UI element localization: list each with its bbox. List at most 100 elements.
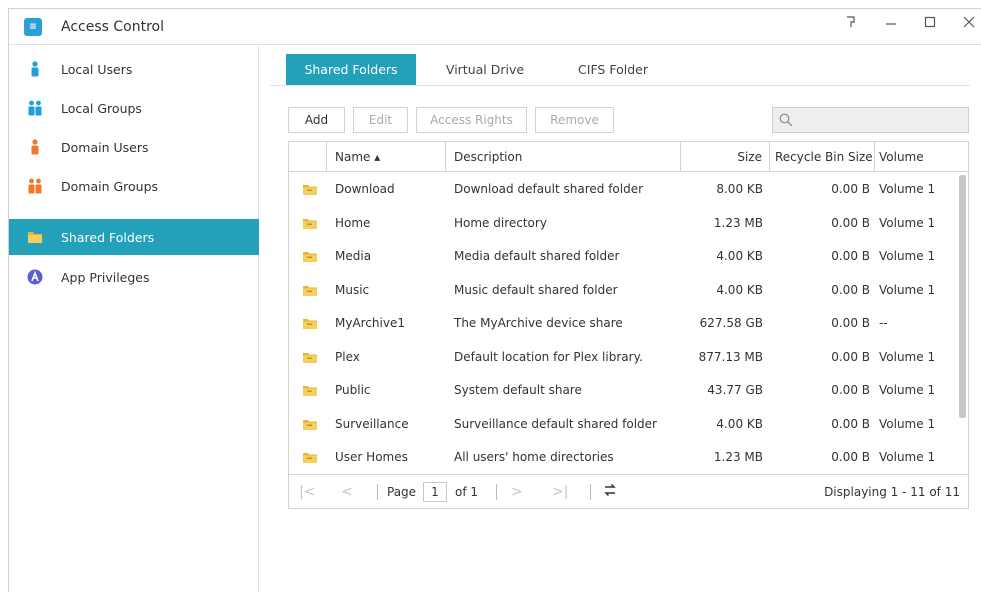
sidebar-item-app-privileges[interactable]: App Privileges [9,259,259,295]
sidebar-item-local-users[interactable]: Local Users [9,51,259,87]
cell-name: Download [335,182,395,196]
refresh-icon[interactable] [603,483,617,501]
cell-volume: Volume 1 [879,349,936,364]
cell-volume: Volume 1 [879,383,936,397]
help-icon[interactable] [839,15,863,35]
cell-size: 1.23 MB [713,450,763,464]
user-icon [31,61,39,77]
cell-name: User Homes [335,450,408,464]
folder-icon [303,419,317,430]
cell-name: Plex [335,349,360,364]
displaying-count: Displaying 1 - 11 of 11 [824,485,960,499]
pager-separator [377,484,378,500]
cell-volume: Volume 1 [879,182,936,196]
cell-recycle-bin-size: 0.00 B [831,349,870,364]
cell-name: Home [335,215,371,230]
column-header-size[interactable]: Size [681,142,770,172]
cell-volume: -- [879,316,888,330]
folder-icon [303,285,317,296]
access-rights-button[interactable]: Access Rights [416,107,527,133]
sidebar-item-domain-users[interactable]: Domain Users [9,129,259,165]
last-page-icon[interactable]: >| [552,483,568,501]
folder-icon [303,386,317,396]
folder-icon [28,232,42,243]
sidebar-item-local-groups[interactable]: Local Groups [9,90,259,126]
tab-shared-folders[interactable]: Shared Folders [286,54,416,85]
window-title: Access Control [61,19,164,35]
group-icon [28,100,42,116]
cell-recycle-bin-size: 0.00 B [831,249,870,263]
cell-recycle-bin-size: 0.00 B [831,416,870,431]
cell-name: MyArchive1 [335,316,405,330]
cell-description: Media default shared folder [454,249,620,263]
column-header-recycle-bin-size[interactable]: Recycle Bin Size [770,142,875,172]
table-row[interactable]: MyArchive1 The MyArchive device share 627.… [289,307,957,341]
table-row[interactable]: Public System default share 43.77 GB 0.00 B… [289,374,957,408]
table-row[interactable]: Media Media default shared folder 4.00 KB 0… [289,240,957,274]
cell-description: Surveillance default shared folder [454,416,657,431]
prev-page-icon[interactable]: < [341,483,353,501]
sidebar: Local Users Local Groups Domain Users Do… [9,46,259,592]
cell-name: Public [335,383,371,397]
table-row[interactable]: Home Home directory 1.23 MB 0.00 B Volume 1 [289,207,957,241]
scrollbar-thumb[interactable] [959,175,966,418]
icon-column-header [289,142,327,172]
page-of-label: of 1 [455,485,479,499]
cell-name: Music [335,282,370,297]
cell-recycle-bin-size: 0.00 B [831,215,870,230]
tab-virtual-drive[interactable]: Virtual Drive [430,54,540,85]
table-row[interactable]: Plex Default location for Plex library. 87… [289,341,957,375]
maximize-button[interactable] [918,15,942,35]
cell-size: 627.58 GB [699,316,763,330]
cell-size: 43.77 GB [707,383,763,397]
cell-size: 8.00 KB [716,182,763,196]
cell-recycle-bin-size: 0.00 B [831,282,870,297]
cell-volume: Volume 1 [879,249,936,263]
cell-name: Surveillance [335,416,409,431]
column-header-name[interactable]: Name ▴ [327,142,446,172]
search-input[interactable] [772,107,969,133]
page-number-input[interactable]: 1 [423,482,447,502]
sidebar-item-shared-folders[interactable]: Shared Folders [9,219,259,255]
cell-recycle-bin-size: 0.00 B [831,316,870,330]
sidebar-item-label: Local Users [61,62,133,77]
pager-separator [496,484,497,500]
sidebar-item-domain-groups[interactable]: Domain Groups [9,168,259,204]
cell-name: Media [335,249,372,263]
user-icon [31,139,39,155]
cell-description: Music default shared folder [454,282,618,297]
sidebar-item-label: Domain Groups [61,179,159,194]
table-row[interactable]: User Homes All users' home directories 1.2… [289,441,957,475]
next-page-icon[interactable]: > [511,483,523,501]
cell-description: The MyArchive device share [454,316,623,330]
cell-recycle-bin-size: 0.00 B [831,383,870,397]
column-header-volume[interactable]: Volume [875,142,968,172]
shared-folders-table: Name ▴ Description Size Recycle Bin Size… [288,141,969,509]
table-row[interactable]: Surveillance Surveillance default shared … [289,408,957,442]
cell-volume: Volume 1 [879,282,936,297]
cell-size: 4.00 KB [716,416,763,431]
minimize-button[interactable] [879,15,903,35]
folder-icon [303,218,317,229]
remove-button[interactable]: Remove [535,107,614,133]
folder-icon [303,319,317,329]
folder-icon [303,453,317,463]
edit-button[interactable]: Edit [353,107,408,133]
cell-volume: Volume 1 [879,215,936,230]
sidebar-item-label: Shared Folders [61,230,155,245]
column-header-description[interactable]: Description [446,142,681,172]
cell-description: Home directory [454,215,547,230]
table-row[interactable]: Music Music default shared folder 4.00 KB 0… [289,274,957,308]
folder-icon [303,185,317,195]
cell-description: Download default shared folder [454,182,644,196]
add-button[interactable]: Add [288,107,345,133]
sidebar-item-label: Local Groups [61,101,142,116]
table-row[interactable]: Download Download default shared folder 8.… [289,173,957,207]
first-page-icon[interactable]: |< [299,483,315,501]
close-button[interactable] [957,15,981,35]
cell-volume: Volume 1 [879,450,936,464]
tab-divider [270,85,970,86]
cell-size: 1.23 MB [713,215,763,230]
tab-cifs-folder[interactable]: CIFS Folder [558,54,668,85]
pager-separator [590,484,591,500]
